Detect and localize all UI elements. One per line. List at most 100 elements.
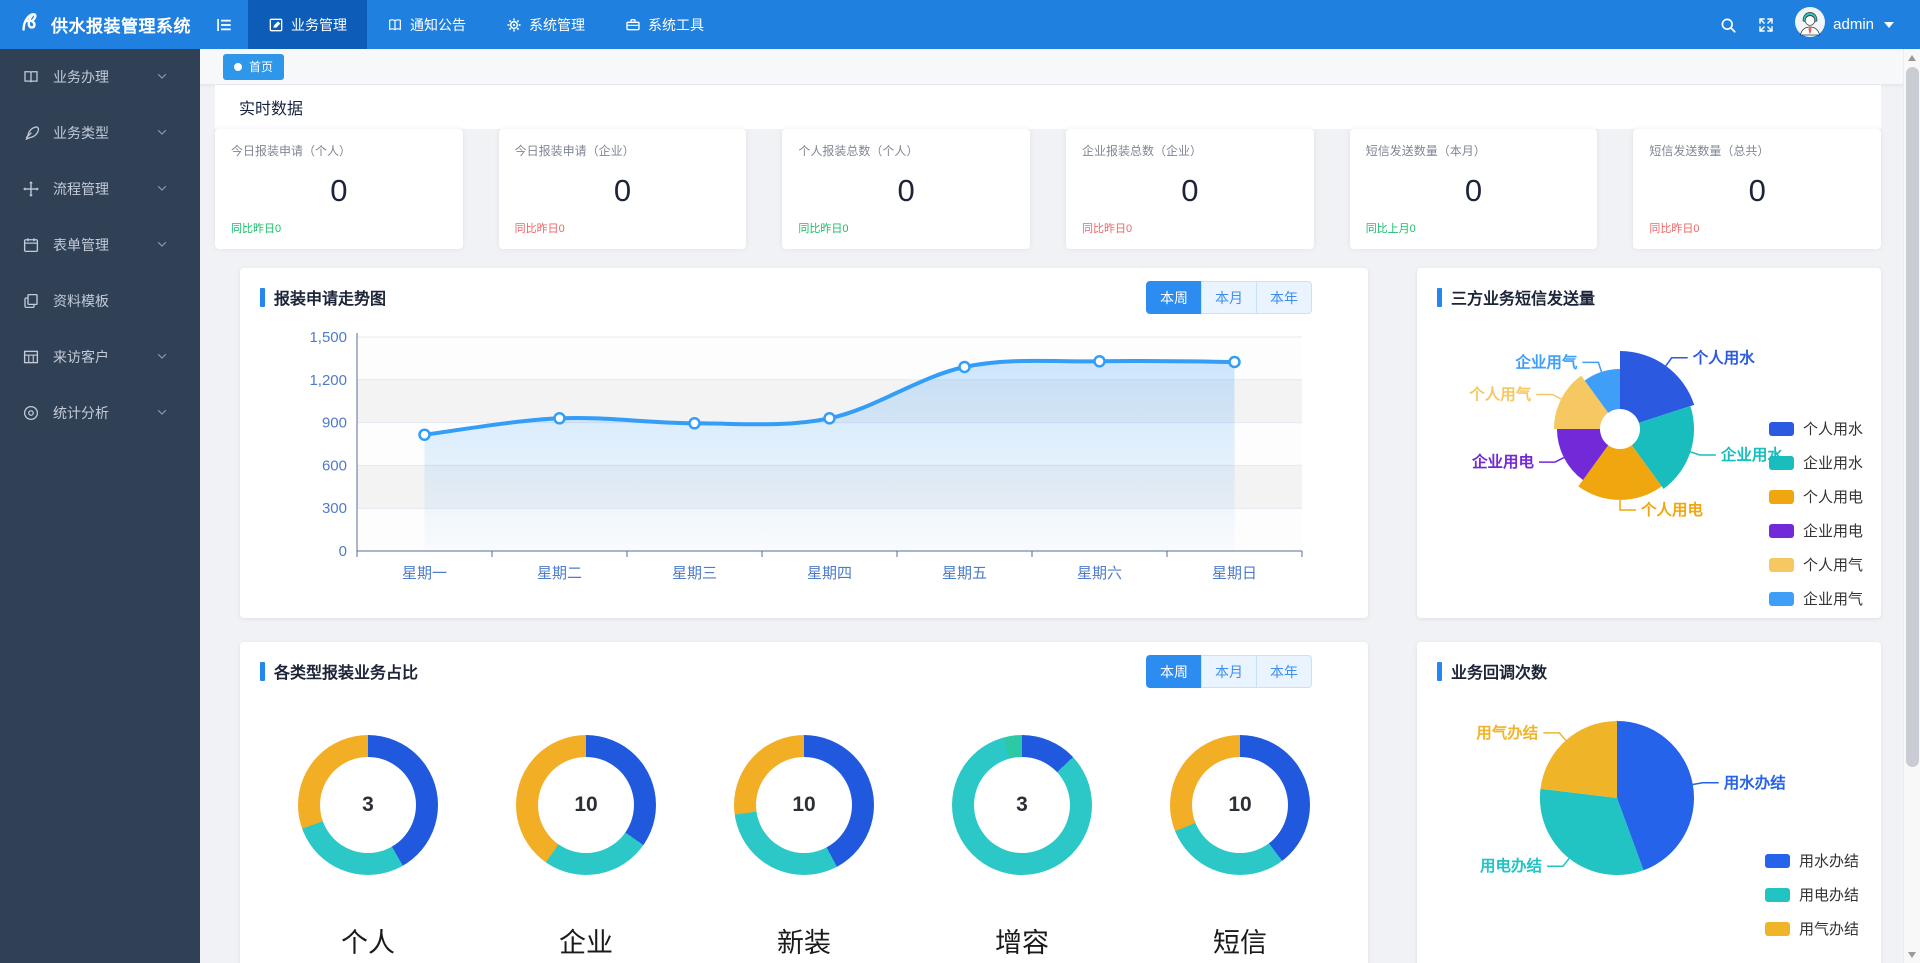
username-label: admin <box>1833 16 1874 33</box>
calendar-icon <box>22 236 40 254</box>
svg-text:个人用电: 个人用电 <box>1640 500 1704 519</box>
trend-line-chart: 03006009001,2001,500星期一星期二星期三星期四星期五星期六星期… <box>262 319 1347 603</box>
scrollbar-down-button[interactable] <box>1904 946 1920 963</box>
brand[interactable]: 供水报装管理系统 <box>0 9 200 40</box>
tag-home[interactable]: 首页 <box>223 54 284 80</box>
ratio-donut: 10 企业 <box>516 735 656 960</box>
legend-item[interactable]: 个人用电 <box>1769 486 1863 507</box>
svg-text:星期四: 星期四 <box>807 565 852 582</box>
legend-item[interactable]: 个人用气 <box>1769 554 1863 575</box>
legend-label: 个人用电 <box>1803 486 1863 507</box>
legend-item[interactable]: 个人用水 <box>1769 418 1863 439</box>
trend-tab-week[interactable]: 本周 <box>1146 281 1202 314</box>
legend-label: 个人用水 <box>1803 418 1863 439</box>
sidebar-item-process-management[interactable]: 流程管理 <box>0 161 200 217</box>
legend-swatch <box>1769 490 1794 504</box>
sidebar-item-business-type[interactable]: 业务类型 <box>0 105 200 161</box>
stat-card-value: 0 <box>798 173 1014 209</box>
chevron-down-icon <box>155 349 169 363</box>
stat-card-value: 0 <box>231 173 447 209</box>
svg-text:0: 0 <box>339 543 347 560</box>
svg-text:600: 600 <box>322 457 347 474</box>
ratio-tab-month[interactable]: 本月 <box>1201 655 1257 688</box>
sidebar-item-visiting-customers[interactable]: 来访客户 <box>0 329 200 385</box>
book-icon <box>387 17 403 33</box>
stat-card-label: 短信发送数量（总共） <box>1649 142 1865 159</box>
legend-item[interactable]: 用气办结 <box>1765 918 1859 939</box>
svg-text:星期六: 星期六 <box>1077 565 1122 582</box>
sidebar-item-business-handling[interactable]: 业务办理 <box>0 49 200 105</box>
ratio-tab-year[interactable]: 本年 <box>1256 655 1312 688</box>
callback-legend: 用水办结用电办结用气办结 <box>1765 850 1859 939</box>
chevron-down-icon <box>155 69 182 86</box>
callback-panel-title: 业务回调次数 <box>1437 659 1547 683</box>
user-menu[interactable]: admin <box>1795 7 1894 42</box>
donut-label: 企业 <box>559 921 613 960</box>
scrollbar-thumb[interactable] <box>1906 67 1919 767</box>
ratio-panel: 各类型报装业务占比 本周本月本年 3个人10企业10新装3增容10短信 <box>240 642 1368 963</box>
sms-title-text: 三方业务短信发送量 <box>1451 285 1595 309</box>
sidebar-item-material-template[interactable]: 资料模板 <box>0 273 200 329</box>
search-icon[interactable] <box>1719 16 1737 34</box>
stat-card-value: 0 <box>515 173 731 209</box>
stat-card: 短信发送数量（总共）0同比昨日0 <box>1633 129 1881 249</box>
scrollbar-up-button[interactable] <box>1904 49 1920 66</box>
trend-panel-title: 报装申请走势图 <box>260 285 386 309</box>
sidebar-item-label: 资料模板 <box>53 291 182 311</box>
logo-icon <box>16 9 42 35</box>
sidebar-item-label: 流程管理 <box>53 179 155 199</box>
svg-text:300: 300 <box>322 500 347 517</box>
sms-legend: 个人用水企业用水个人用电企业用电个人用气企业用气 <box>1769 418 1863 609</box>
svg-text:星期三: 星期三 <box>672 565 717 582</box>
donut-value: 3 <box>320 757 416 853</box>
nav-item-tools[interactable]: 系统工具 <box>605 0 724 49</box>
svg-text:企业用电: 企业用电 <box>1471 452 1535 471</box>
trend-tab-month[interactable]: 本月 <box>1201 281 1257 314</box>
title-accent-bar <box>1437 662 1442 681</box>
donut-ring: 10 <box>516 735 656 875</box>
arrow-up-icon <box>1908 55 1916 61</box>
stat-card-label: 企业报装总数（企业） <box>1082 142 1298 159</box>
stat-card: 个人报装总数（个人）0同比昨日0 <box>782 129 1030 249</box>
legend-swatch <box>1769 524 1794 538</box>
svg-text:星期二: 星期二 <box>537 565 582 582</box>
legend-item[interactable]: 企业用水 <box>1769 452 1863 473</box>
toolbox-icon <box>625 17 641 33</box>
sidebar-toggle-button[interactable] <box>200 0 248 49</box>
sidebar-item-form-management[interactable]: 表单管理 <box>0 217 200 273</box>
caret-down-icon <box>1884 22 1894 28</box>
legend-item[interactable]: 企业用气 <box>1769 588 1863 609</box>
title-accent-bar <box>260 288 265 307</box>
callback-panel: 业务回调次数 用水办结用电办结用气办结 用水办结用电办结用气办结 <box>1417 642 1881 963</box>
fullscreen-icon[interactable] <box>1757 16 1775 34</box>
legend-item[interactable]: 用电办结 <box>1765 884 1859 905</box>
trend-tab-year[interactable]: 本年 <box>1256 281 1312 314</box>
copy-icon <box>22 292 40 310</box>
legend-swatch <box>1769 558 1794 572</box>
nav-item-notice[interactable]: 通知公告 <box>367 0 486 49</box>
donut-label: 短信 <box>1213 921 1267 960</box>
avatar <box>1795 7 1825 42</box>
legend-item[interactable]: 用水办结 <box>1765 850 1859 871</box>
sidebar-item-label: 业务类型 <box>53 123 155 143</box>
ratio-donut: 10 短信 <box>1170 735 1310 960</box>
sidebar-item-statistics-analysis[interactable]: 统计分析 <box>0 385 200 441</box>
legend-label: 企业用水 <box>1803 452 1863 473</box>
chevron-down-icon <box>155 181 169 195</box>
ratio-tab-week[interactable]: 本周 <box>1146 655 1202 688</box>
tag-home-label: 首页 <box>249 58 273 75</box>
sidebar-item-label: 来访客户 <box>53 347 155 367</box>
svg-text:1,200: 1,200 <box>309 372 347 389</box>
donut-ring: 10 <box>1170 735 1310 875</box>
nav-item-system[interactable]: 系统管理 <box>486 0 605 49</box>
realtime-section-title: 实时数据 <box>215 85 1881 129</box>
donut-ring: 10 <box>734 735 874 875</box>
search-icon <box>1719 16 1737 34</box>
nav-item-business[interactable]: 业务管理 <box>248 0 367 49</box>
stat-card: 今日报装申请（企业）0同比昨日0 <box>499 129 747 249</box>
charts-row-2: 各类型报装业务占比 本周本月本年 3个人10企业10新装3增容10短信 业务回调… <box>240 642 1881 963</box>
chevron-down-icon <box>155 181 182 198</box>
ratio-title-text: 各类型报装业务占比 <box>274 659 418 683</box>
legend-item[interactable]: 企业用电 <box>1769 520 1863 541</box>
nav-item-label: 系统工具 <box>648 15 704 35</box>
